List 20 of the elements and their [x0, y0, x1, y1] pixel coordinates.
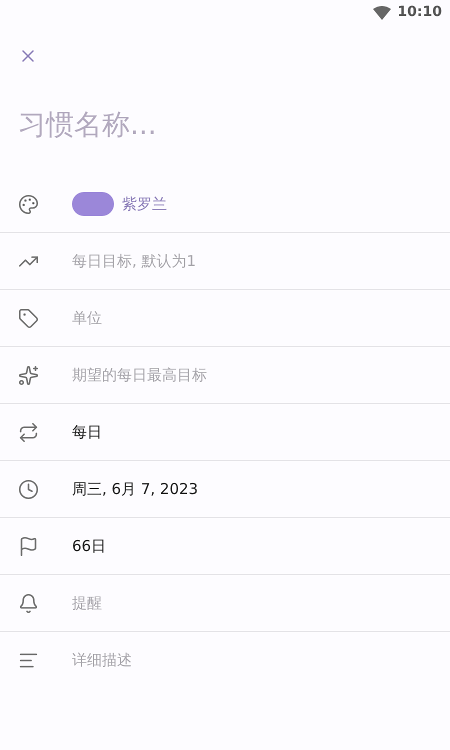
palette-icon: [18, 194, 39, 214]
sparkles-icon: [18, 364, 39, 386]
color-name: 紫罗兰: [122, 194, 167, 215]
clock-time: 10:10: [397, 3, 442, 22]
clock-icon: [18, 478, 39, 500]
habit-name-field[interactable]: 习惯名称...: [18, 104, 434, 146]
color-swatch[interactable]: [72, 192, 114, 216]
input-field[interactable]: 提醒: [72, 592, 450, 614]
tag-icon: [18, 308, 39, 328]
field-value[interactable]: 每日: [72, 420, 102, 444]
field-value[interactable]: 周三, 6月 7, 2023: [72, 478, 198, 500]
input-field[interactable]: 每日目标, 默认为1: [72, 250, 450, 272]
field-value[interactable]: 66日: [72, 534, 106, 558]
input-field[interactable]: 详细描述: [72, 649, 450, 672]
repeat-icon: [18, 422, 39, 442]
bell-icon: [18, 592, 39, 614]
wifi-icon: [373, 6, 392, 20]
input-field[interactable]: 期望的每日最高目标: [72, 364, 450, 386]
input-field[interactable]: 单位: [72, 306, 450, 330]
flag-icon: [18, 536, 39, 556]
